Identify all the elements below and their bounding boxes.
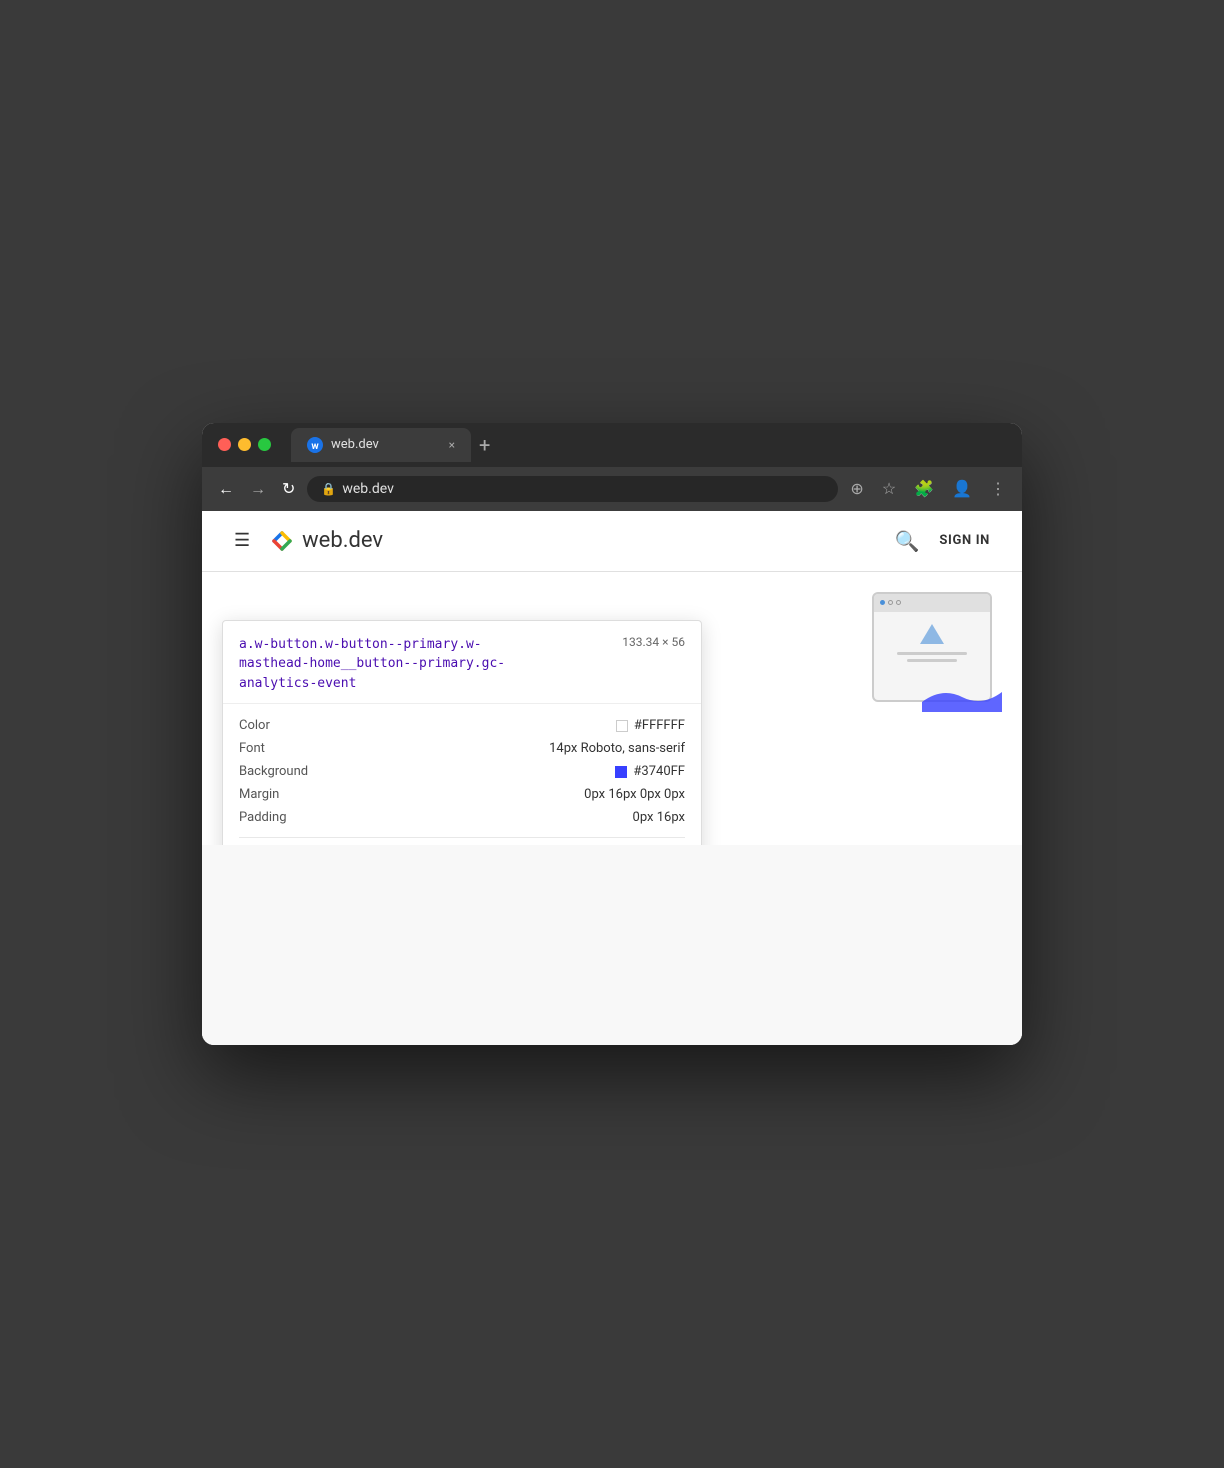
tooltip-body: Color #FFFFFF Font 14px Roboto, sans-ser… xyxy=(223,704,701,845)
hero-wave xyxy=(922,682,1002,712)
tooltip-dimensions: 133.34 × 56 xyxy=(622,635,685,649)
mini-triangle-icon xyxy=(920,624,944,644)
search-icon[interactable]: 🔍 xyxy=(894,529,919,553)
site-header-right: 🔍 SIGN IN xyxy=(894,529,990,553)
mini-line-1 xyxy=(897,652,967,655)
background-value: #3740FF xyxy=(615,764,685,779)
padding-value: 0px 16px xyxy=(633,810,685,825)
zoom-icon[interactable]: ⊕ xyxy=(846,475,867,502)
tooltip-header: a.w-button.w-button--primary.w-masthead-… xyxy=(223,621,701,705)
tooltip-font-row: Font 14px Roboto, sans-serif xyxy=(239,737,685,760)
lock-icon: 🔒 xyxy=(321,482,336,496)
profile-icon[interactable]: 👤 xyxy=(948,475,976,502)
site-name: web.dev xyxy=(302,528,383,553)
color-swatch-blue xyxy=(615,766,627,778)
back-button[interactable]: ← xyxy=(214,475,238,503)
browser-titlebar: w web.dev × + xyxy=(202,423,1022,467)
toolbar-icons: ⊕ ☆ 🧩 👤 ⋮ xyxy=(846,475,1010,502)
margin-value: 0px 16px 0px 0px xyxy=(584,787,685,802)
website-content: ☰ web.dev 🔍 SIGN IN xyxy=(202,511,1022,1045)
svg-text:w: w xyxy=(311,441,319,452)
new-tab-button[interactable]: + xyxy=(479,433,490,457)
url-display: web.dev xyxy=(342,481,394,497)
font-value: 14px Roboto, sans-serif xyxy=(549,741,685,756)
site-header: ☰ web.dev 🔍 SIGN IN xyxy=(202,511,1022,572)
color-label: Color xyxy=(239,718,270,733)
tooltip-background-row: Background #3740FF xyxy=(239,760,685,783)
hero-section: re of your own nd analysis xyxy=(202,572,1022,845)
sign-in-button[interactable]: SIGN IN xyxy=(939,533,990,548)
tab-favicon: w xyxy=(307,437,323,453)
tooltip-padding-row: Padding 0px 16px xyxy=(239,806,685,829)
mini-dot-3 xyxy=(896,600,901,605)
hero-image xyxy=(872,592,1002,712)
browser-window: w web.dev × + ← → ↻ 🔒 web.dev ⊕ ☆ 🧩 👤 ⋮ xyxy=(202,423,1022,1045)
mini-dot-1 xyxy=(880,600,885,605)
bookmark-icon[interactable]: ☆ xyxy=(878,475,900,502)
menu-icon[interactable]: ⋮ xyxy=(986,475,1010,502)
bottom-area xyxy=(202,845,1022,1045)
font-label: Font xyxy=(239,741,265,756)
tab-close-icon[interactable]: × xyxy=(449,438,455,452)
tab-title: web.dev xyxy=(331,437,441,452)
extensions-icon[interactable]: 🧩 xyxy=(910,475,938,502)
tooltip-popup: a.w-button.w-button--primary.w-masthead-… xyxy=(222,620,702,845)
color-value: #FFFFFF xyxy=(616,718,685,733)
hamburger-icon[interactable]: ☰ xyxy=(234,530,250,551)
site-header-left: ☰ web.dev xyxy=(234,527,383,555)
logo-icon xyxy=(266,527,294,555)
margin-label: Margin xyxy=(239,787,279,802)
address-bar[interactable]: 🔒 web.dev xyxy=(307,476,838,502)
mini-browser-bar xyxy=(874,594,990,612)
maximize-button[interactable] xyxy=(258,438,271,451)
forward-button[interactable]: → xyxy=(246,475,270,503)
mini-dot-2 xyxy=(888,600,893,605)
tab-bar: w web.dev × + xyxy=(291,428,1006,462)
color-swatch-white xyxy=(616,720,628,732)
tooltip-color-row: Color #FFFFFF xyxy=(239,714,685,737)
refresh-button[interactable]: ↻ xyxy=(278,475,299,502)
site-logo: web.dev xyxy=(266,527,383,555)
tooltip-selector: a.w-button.w-button--primary.w-masthead-… xyxy=(239,635,539,694)
padding-label: Padding xyxy=(239,810,287,825)
tooltip-divider xyxy=(239,837,685,838)
mini-line-2 xyxy=(907,659,957,662)
background-label: Background xyxy=(239,764,308,779)
active-tab[interactable]: w web.dev × xyxy=(291,428,471,462)
close-button[interactable] xyxy=(218,438,231,451)
browser-toolbar: ← → ↻ 🔒 web.dev ⊕ ☆ 🧩 👤 ⋮ xyxy=(202,467,1022,511)
minimize-button[interactable] xyxy=(238,438,251,451)
traffic-lights xyxy=(218,438,271,451)
mini-browser-content xyxy=(874,612,990,670)
tooltip-margin-row: Margin 0px 16px 0px 0px xyxy=(239,783,685,806)
